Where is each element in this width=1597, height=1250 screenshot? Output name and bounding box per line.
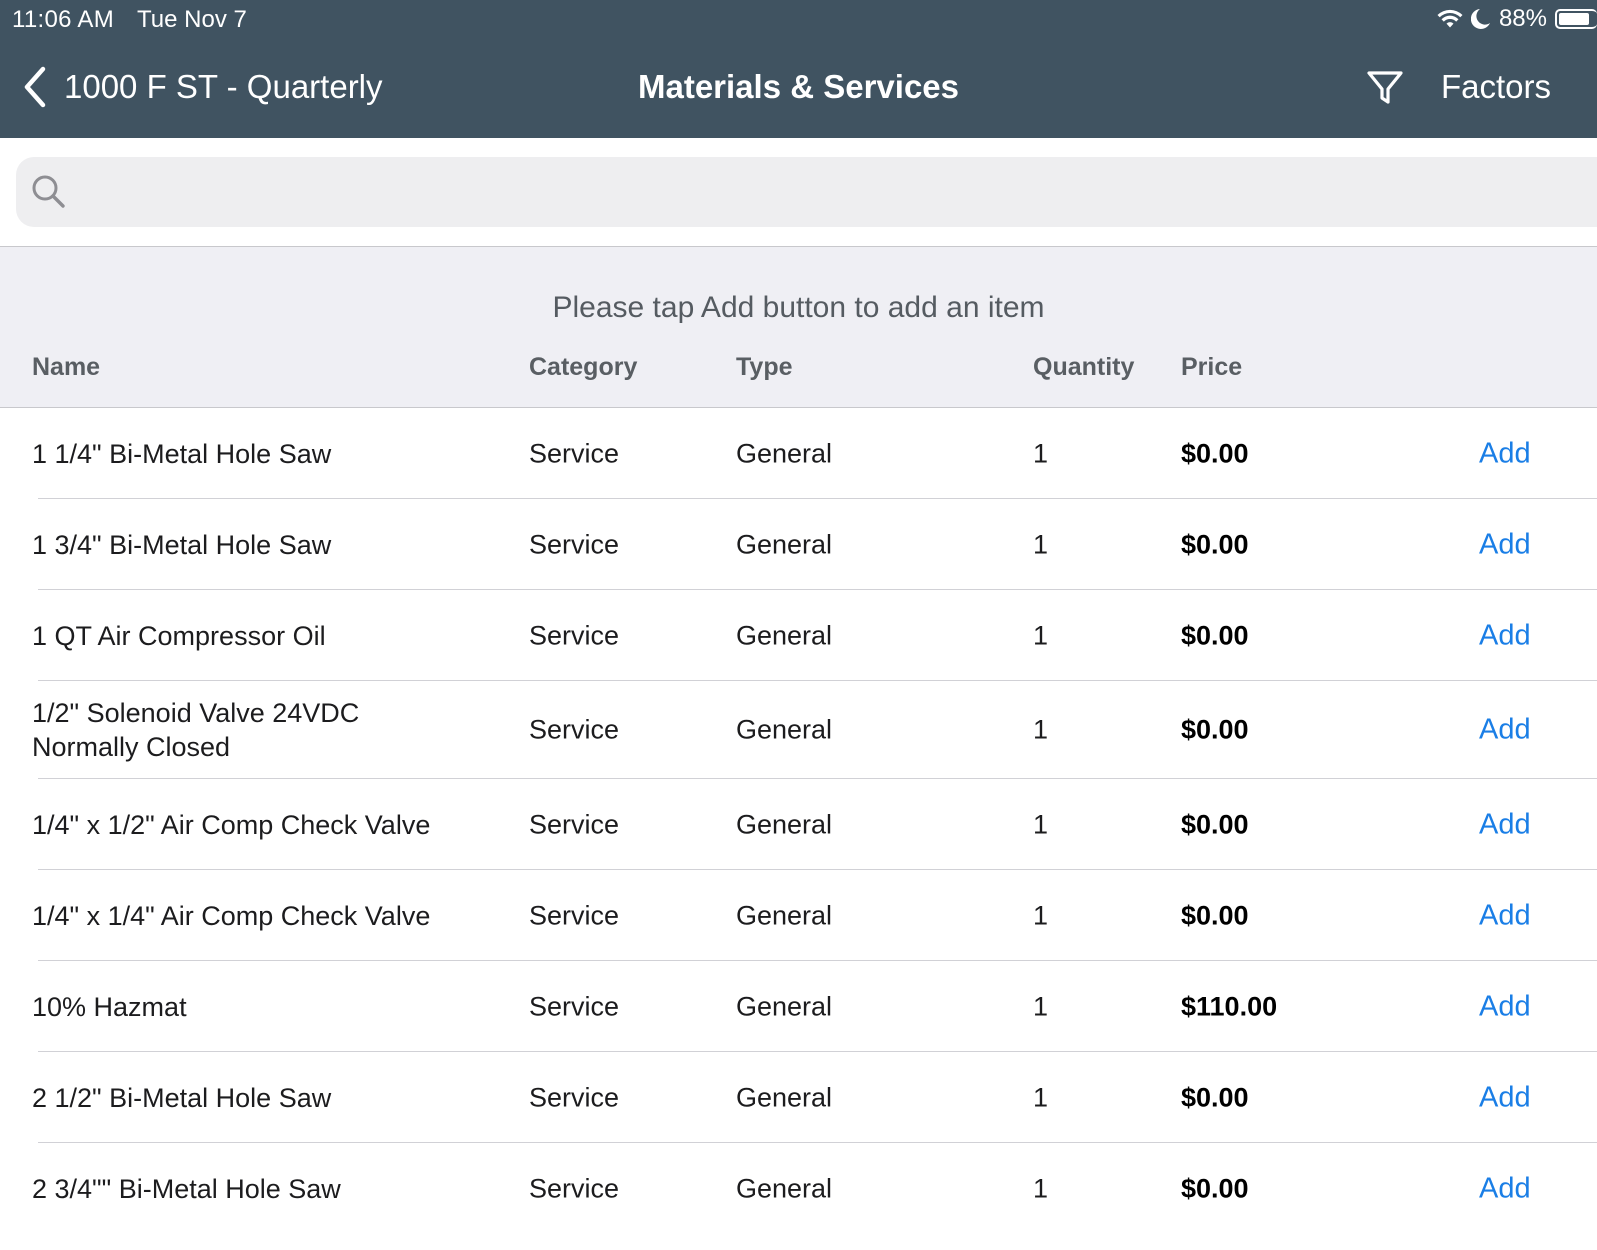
table-header: Please tap Add button to add an item Nam… bbox=[0, 247, 1597, 408]
item-type: General bbox=[736, 529, 833, 559]
item-name: 1/2" Solenoid Valve 24VDC Normally Close… bbox=[32, 698, 360, 762]
battery-fill bbox=[1559, 13, 1589, 25]
item-name: 10% Hazmat bbox=[32, 991, 187, 1022]
item-name: 2 1/2" Bi-Metal Hole Saw bbox=[32, 1082, 332, 1113]
item-price: $0.00 bbox=[1181, 1082, 1249, 1112]
table-row: 1/4" x 1/2" Air Comp Check Valve Service… bbox=[0, 779, 1597, 870]
table-row: 2 1/2" Bi-Metal Hole Saw Service General… bbox=[0, 1052, 1597, 1143]
item-quantity: 1 bbox=[1033, 529, 1049, 559]
column-header-type: Type bbox=[736, 353, 793, 381]
status-indicators: 88% bbox=[1437, 4, 1597, 34]
search-bar bbox=[0, 138, 1597, 247]
back-button[interactable]: 1000 F ST - Quarterly bbox=[22, 66, 383, 108]
search-input[interactable] bbox=[80, 167, 1564, 219]
battery-icon bbox=[1555, 9, 1597, 29]
item-category: Service bbox=[529, 1173, 620, 1203]
chevron-left-icon bbox=[24, 66, 46, 108]
item-category: Service bbox=[529, 809, 620, 839]
item-quantity: 1 bbox=[1033, 900, 1049, 930]
table-row: 1 3/4" Bi-Metal Hole Saw Service General… bbox=[0, 499, 1597, 590]
item-category: Service bbox=[529, 714, 620, 745]
search-icon bbox=[32, 175, 65, 208]
add-button[interactable]: Add bbox=[1479, 619, 1531, 652]
item-quantity: 1 bbox=[1033, 809, 1049, 839]
item-price: $0.00 bbox=[1181, 714, 1249, 745]
column-header-name: Name bbox=[32, 353, 101, 381]
item-price: $110.00 bbox=[1181, 991, 1278, 1021]
add-button[interactable]: Add bbox=[1479, 437, 1531, 470]
item-name: 1/4" x 1/4" Air Comp Check Valve bbox=[32, 900, 431, 931]
item-name: 1 QT Air Compressor Oil bbox=[32, 620, 326, 651]
wifi-icon bbox=[1437, 9, 1463, 28]
battery-percent: 88% bbox=[1498, 5, 1547, 32]
table-row: 1/2" Solenoid Valve 24VDC Normally Close… bbox=[0, 681, 1597, 779]
item-type: General bbox=[736, 1082, 833, 1112]
add-button[interactable]: Add bbox=[1479, 990, 1531, 1023]
item-price: $0.00 bbox=[1181, 1173, 1249, 1203]
item-type: General bbox=[736, 991, 833, 1021]
add-hint: Please tap Add button to add an item bbox=[552, 291, 1045, 324]
status-date: Tue Nov 7 bbox=[137, 6, 247, 33]
table-row: 1 1/4" Bi-Metal Hole Saw Service General… bbox=[0, 408, 1597, 499]
item-category: Service bbox=[529, 991, 620, 1021]
page-title: Materials & Services bbox=[637, 68, 960, 105]
add-button[interactable]: Add bbox=[1479, 714, 1531, 747]
item-category: Service bbox=[529, 900, 620, 930]
item-name: 1 3/4" Bi-Metal Hole Saw bbox=[32, 529, 332, 560]
item-quantity: 1 bbox=[1033, 714, 1049, 745]
item-price: $0.00 bbox=[1181, 620, 1249, 650]
item-price: $0.00 bbox=[1181, 809, 1249, 839]
item-type: General bbox=[736, 714, 833, 745]
item-name: 1 1/4" Bi-Metal Hole Saw bbox=[32, 438, 332, 469]
item-quantity: 1 bbox=[1033, 1173, 1049, 1203]
column-header-quantity: Quantity bbox=[1033, 353, 1135, 381]
item-price: $0.00 bbox=[1181, 438, 1249, 468]
table-row: 1/4" x 1/4" Air Comp Check Valve Service… bbox=[0, 870, 1597, 961]
item-category: Service bbox=[529, 620, 620, 650]
search-box[interactable] bbox=[16, 157, 1597, 227]
filter-button[interactable] bbox=[1366, 68, 1404, 108]
item-price: $0.00 bbox=[1181, 529, 1249, 559]
add-button[interactable]: Add bbox=[1479, 1172, 1531, 1205]
top-bar: 11:06 AM Tue Nov 7 88% 1000 F ST - Quart… bbox=[0, 0, 1597, 138]
item-quantity: 1 bbox=[1033, 438, 1049, 468]
item-name: 1/4" x 1/2" Air Comp Check Valve bbox=[32, 809, 431, 840]
item-quantity: 1 bbox=[1033, 620, 1049, 650]
item-type: General bbox=[736, 438, 833, 468]
item-type: General bbox=[736, 620, 833, 650]
filter-icon bbox=[1367, 71, 1403, 104]
status-time: 11:06 AM bbox=[12, 6, 115, 33]
table-row: 2 3/4"" Bi-Metal Hole Saw Service Genera… bbox=[0, 1143, 1597, 1234]
item-price: $0.00 bbox=[1181, 900, 1249, 930]
item-quantity: 1 bbox=[1033, 991, 1049, 1021]
item-type: General bbox=[736, 1173, 833, 1203]
item-name: 2 3/4"" Bi-Metal Hole Saw bbox=[32, 1173, 341, 1204]
add-button[interactable]: Add bbox=[1479, 1081, 1531, 1114]
table-row: 1 QT Air Compressor Oil Service General … bbox=[0, 590, 1597, 681]
add-button[interactable]: Add bbox=[1479, 899, 1531, 932]
item-type: General bbox=[736, 900, 833, 930]
item-category: Service bbox=[529, 438, 620, 468]
factors-button[interactable]: Factors bbox=[1441, 68, 1551, 106]
moon-icon bbox=[1470, 9, 1490, 29]
add-button[interactable]: Add bbox=[1479, 808, 1531, 841]
table-row: 10% Hazmat Service General 1 $110.00 Add bbox=[0, 961, 1597, 1052]
back-button-label: 1000 F ST - Quarterly bbox=[64, 68, 383, 105]
item-type: General bbox=[736, 809, 833, 839]
column-header-price: Price bbox=[1181, 353, 1243, 381]
item-quantity: 1 bbox=[1033, 1082, 1049, 1112]
item-category: Service bbox=[529, 529, 620, 559]
add-button[interactable]: Add bbox=[1479, 528, 1531, 561]
item-category: Service bbox=[529, 1082, 620, 1112]
column-header-category: Category bbox=[529, 353, 638, 381]
